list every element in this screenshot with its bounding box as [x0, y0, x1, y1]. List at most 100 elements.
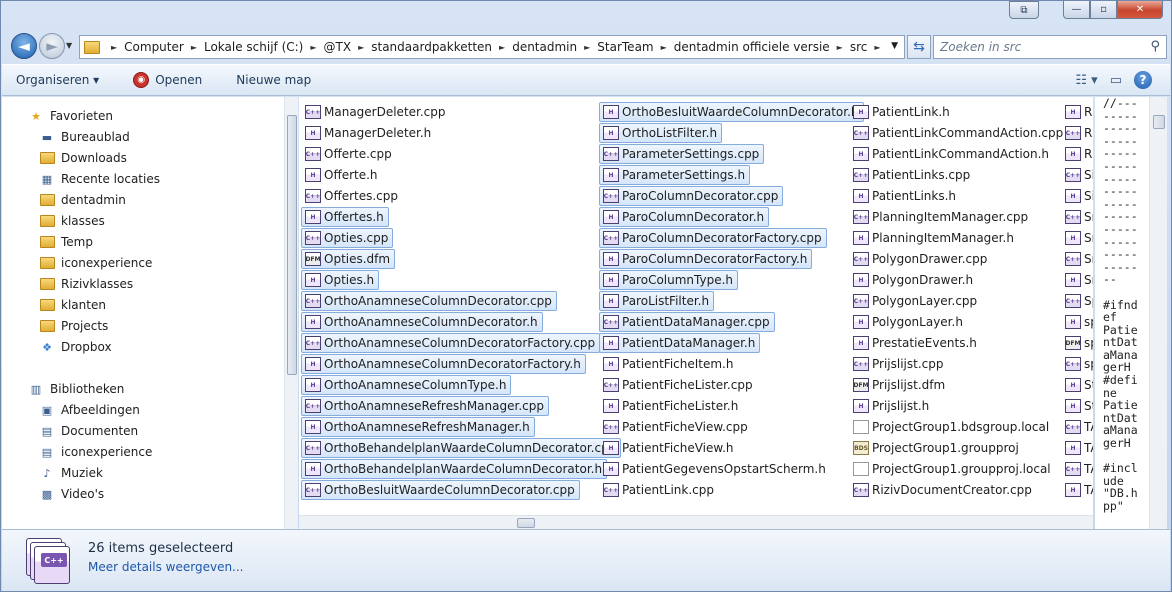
- nav-item[interactable]: ▩ Video's: [39, 484, 104, 504]
- breadcrumb-separator-icon[interactable]: ►: [661, 43, 667, 52]
- breadcrumb-separator-icon[interactable]: ►: [191, 43, 197, 52]
- file-item[interactable]: C++Sn: [1061, 207, 1093, 227]
- maximize-button[interactable]: ▫: [1090, 1, 1117, 19]
- nav-item[interactable]: Downloads: [39, 148, 127, 168]
- file-item[interactable]: HRiz: [1061, 102, 1093, 122]
- file-list-horizontal-scrollbar[interactable]: [299, 515, 1093, 529]
- file-item[interactable]: C++ ManagerDeleter.cpp: [301, 102, 451, 122]
- file-item[interactable]: C++ OrthoBesluitWaardeColumnDecorator.cpp: [301, 480, 580, 500]
- refresh-button[interactable]: ⇆: [907, 35, 931, 59]
- breadcrumb-separator-icon[interactable]: ►: [837, 43, 843, 52]
- file-item[interactable]: C++ PolygonLayer.cpp: [849, 291, 982, 311]
- file-item[interactable]: H PatientDataManager.h: [599, 333, 761, 353]
- breadcrumb-separator-icon[interactable]: ►: [111, 43, 117, 52]
- file-item[interactable]: H Offertes.h: [301, 207, 389, 227]
- file-item[interactable]: HSto: [1061, 375, 1093, 395]
- breadcrumb-item[interactable]: Lokale schijf (C:): [204, 40, 303, 54]
- file-item[interactable]: H ParoColumnDecoratorFactory.h: [599, 249, 813, 269]
- nav-group-favorites[interactable]: ★ Favorieten: [28, 106, 113, 126]
- file-item[interactable]: C++ OrthoAnamneseColumnDecorator.cpp: [301, 291, 557, 311]
- preview-pane-icon[interactable]: ▭: [1110, 73, 1122, 88]
- file-item[interactable]: HSto: [1061, 396, 1093, 416]
- file-item[interactable]: Hsp: [1061, 312, 1093, 332]
- file-item[interactable]: H Prijslijst.h: [849, 396, 934, 416]
- nav-item[interactable]: klanten: [39, 295, 106, 315]
- file-item[interactable]: DFM Opties.dfm: [301, 249, 396, 269]
- close-button[interactable]: ✕: [1117, 1, 1163, 19]
- open-button[interactable]: ◉ Openen: [123, 68, 212, 92]
- file-item[interactable]: C++TA: [1061, 417, 1093, 437]
- nav-item[interactable]: ▤ Documenten: [39, 421, 138, 441]
- file-item[interactable]: H OrthoBesluitWaardeColumnDecorator.h: [599, 102, 864, 122]
- file-item[interactable]: HSn: [1061, 270, 1093, 290]
- scrollbar-thumb[interactable]: [1153, 115, 1165, 129]
- file-item[interactable]: H OrthoAnamneseColumnDecoratorFactory.h: [301, 354, 586, 374]
- search-input[interactable]: Zoeken in src ⚲: [933, 35, 1167, 59]
- file-item[interactable]: C++RX: [1061, 123, 1093, 143]
- breadcrumb-item[interactable]: @TX: [324, 40, 352, 54]
- file-item[interactable]: C++ OrthoAnamneseRefreshManager.cpp: [301, 396, 549, 416]
- file-item[interactable]: C++ ParoColumnDecoratorFactory.cpp: [599, 228, 827, 248]
- new-folder-button[interactable]: Nieuwe map: [226, 68, 321, 92]
- nav-item[interactable]: ▬ Bureaublad: [39, 127, 130, 147]
- search-icon[interactable]: ⚲: [1150, 39, 1160, 54]
- file-item[interactable]: C++ PatientFicheView.cpp: [599, 417, 753, 437]
- recent-pages-dropdown-icon[interactable]: ▼: [66, 41, 72, 50]
- file-item[interactable]: C++ ParameterSettings.cpp: [599, 144, 765, 164]
- file-item[interactable]: H PatientFicheItem.h: [599, 354, 738, 374]
- file-item[interactable]: H ParoListFilter.h: [599, 291, 715, 311]
- file-item[interactable]: H ManagerDeleter.h: [301, 123, 436, 143]
- file-item[interactable]: ProjectGroup1.bdsgroup.local: [849, 417, 1054, 437]
- breadcrumb-item[interactable]: src: [850, 40, 868, 54]
- file-item[interactable]: H PatientLinkCommandAction.h: [849, 144, 1054, 164]
- nav-item[interactable]: ▤ iconexperience: [39, 442, 153, 462]
- file-item[interactable]: C++TA: [1061, 459, 1093, 479]
- file-item[interactable]: C++ Offerte.cpp: [301, 144, 397, 164]
- file-item[interactable]: C++ PatientLinks.cpp: [849, 165, 975, 185]
- breadcrumb-separator-icon[interactable]: ►: [499, 43, 505, 52]
- minimize-button[interactable]: —: [1063, 1, 1090, 19]
- breadcrumb-item[interactable]: StarTeam: [597, 40, 653, 54]
- file-item[interactable]: C++Sis: [1061, 165, 1093, 185]
- file-item[interactable]: HRX: [1061, 144, 1093, 164]
- file-item[interactable]: H PatientGegevensOpstartScherm.h: [599, 459, 831, 479]
- scrollbar-thumb[interactable]: [517, 518, 535, 528]
- file-item[interactable]: H PatientLinks.h: [849, 186, 961, 206]
- change-view-icon[interactable]: ☷ ▾: [1075, 73, 1097, 88]
- navigation-pane-scrollbar[interactable]: [284, 97, 298, 529]
- file-item[interactable]: HSn: [1061, 228, 1093, 248]
- file-item[interactable]: H PatientFicheLister.h: [599, 396, 743, 416]
- file-item[interactable]: BDS ProjectGroup1.groupproj: [849, 438, 1024, 458]
- file-item[interactable]: H ParoColumnType.h: [599, 270, 738, 290]
- file-item[interactable]: C++ PatientLinkCommandAction.cpp: [849, 123, 1068, 143]
- file-item[interactable]: H Opties.h: [301, 270, 380, 290]
- nav-item[interactable]: Rizivklasses: [39, 274, 133, 294]
- file-item[interactable]: C++ Prijslijst.cpp: [849, 354, 948, 374]
- file-item[interactable]: C++ PatientDataManager.cpp: [599, 312, 775, 332]
- nav-group-libraries[interactable]: ▥ Bibliotheken: [28, 379, 125, 399]
- preview-pane-scrollbar[interactable]: [1149, 97, 1167, 529]
- file-item[interactable]: ProjectGroup1.groupproj.local: [849, 459, 1056, 479]
- scrollbar-thumb[interactable]: [287, 115, 297, 375]
- nav-item[interactable]: ▦ Recente locaties: [39, 169, 160, 189]
- file-item[interactable]: C++ PlanningItemManager.cpp: [849, 207, 1033, 227]
- file-item[interactable]: C++ RizivDocumentCreator.cpp: [849, 480, 1037, 500]
- nav-item[interactable]: Projects: [39, 316, 108, 336]
- file-item[interactable]: C++ Opties.cpp: [301, 228, 394, 248]
- file-item[interactable]: C++sp: [1061, 354, 1093, 374]
- file-item[interactable]: H PolygonDrawer.h: [849, 270, 978, 290]
- file-item[interactable]: C++ Offertes.cpp: [301, 186, 403, 206]
- file-item[interactable]: H PatientLink.h: [849, 102, 955, 122]
- file-item[interactable]: H ParameterSettings.h: [599, 165, 751, 185]
- file-item[interactable]: C++ OrthoAnamneseColumnDecoratorFactory.c…: [301, 333, 601, 353]
- file-item[interactable]: H PolygonLayer.h: [849, 312, 968, 332]
- breadcrumb-item[interactable]: dentadmin: [512, 40, 577, 54]
- nav-item[interactable]: ▣ Afbeeldingen: [39, 400, 140, 420]
- file-item[interactable]: C++ OrthoBehandelplanWaardeColumnDecorato…: [301, 438, 622, 458]
- nav-item[interactable]: klasses: [39, 211, 105, 231]
- file-item[interactable]: C++ ParoColumnDecorator.cpp: [599, 186, 784, 206]
- file-item[interactable]: DFMsp: [1061, 333, 1093, 353]
- more-details-link[interactable]: Meer details weergeven...: [88, 560, 244, 574]
- file-item[interactable]: HSis: [1061, 186, 1093, 206]
- breadcrumb-item[interactable]: Computer: [124, 40, 184, 54]
